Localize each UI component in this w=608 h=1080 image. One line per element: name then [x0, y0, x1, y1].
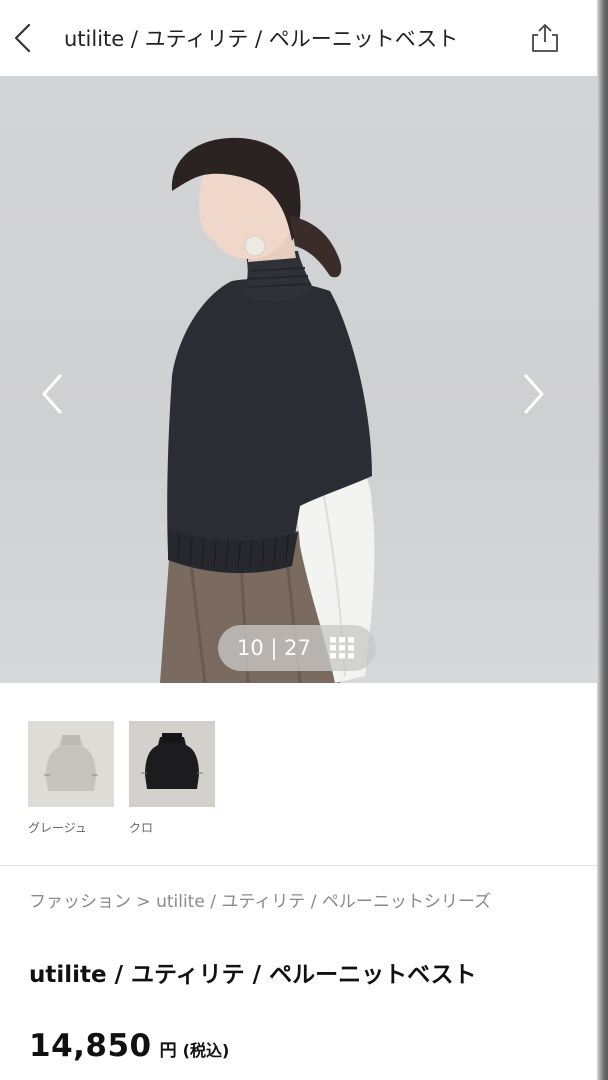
breadcrumb-item[interactable]: utilite / ユティリテ / ペルーニットシリーズ — [156, 892, 491, 912]
chevron-left-icon — [14, 23, 31, 53]
next-image-button[interactable] — [514, 366, 554, 422]
product-page: utilite / ユティリテ / ペルーニットベスト 10 | 27 グレージ… — [0, 0, 597, 1080]
screen-edge — [597, 0, 608, 1080]
chevron-left-icon — [42, 374, 62, 414]
image-counter: 10 | 27 — [237, 636, 311, 660]
breadcrumb-item[interactable]: ファッション — [29, 892, 131, 912]
breadcrumb-separator: > — [131, 892, 157, 912]
product-photo — [160, 137, 375, 683]
swatch-label: グレージュ — [28, 821, 87, 835]
swatch-thumbnail — [28, 721, 114, 807]
price-currency: 円 — [159, 1041, 177, 1061]
back-button[interactable] — [4, 18, 40, 58]
app-header: utilite / ユティリテ / ペルーニットベスト — [0, 0, 597, 77]
price: 14,850 円 (税込) — [29, 1028, 229, 1064]
color-variants: グレージュ クロ — [0, 683, 597, 866]
prev-image-button[interactable] — [32, 366, 72, 422]
color-swatch-greige[interactable]: グレージュ — [28, 721, 114, 836]
product-image-carousel[interactable]: 10 | 27 — [0, 76, 597, 683]
share-button[interactable] — [527, 20, 563, 56]
chevron-right-icon — [524, 374, 544, 414]
price-value: 14,850 — [29, 1028, 152, 1064]
swatch-thumbnail — [129, 721, 215, 807]
breadcrumb: ファッション > utilite / ユティリテ / ペルーニットシリーズ — [29, 889, 491, 915]
color-swatch-black[interactable]: クロ — [129, 721, 215, 836]
image-counter-button[interactable]: 10 | 27 — [218, 625, 376, 671]
product-title: utilite / ユティリテ / ペルーニットベスト — [29, 962, 477, 988]
share-icon — [532, 24, 558, 52]
grid-icon — [330, 637, 354, 659]
price-tax-note: (税込) — [182, 1041, 230, 1060]
swatch-label: クロ — [129, 821, 154, 835]
header-title: utilite / ユティリテ / ペルーニットベスト — [64, 27, 459, 51]
